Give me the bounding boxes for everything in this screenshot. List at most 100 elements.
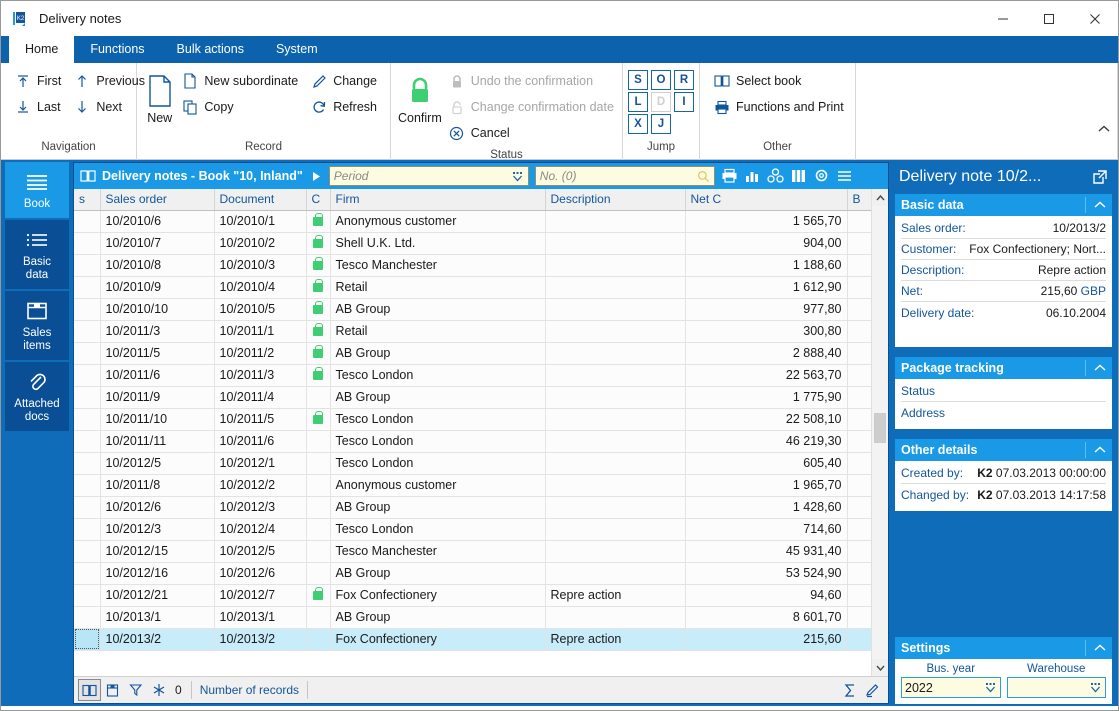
tab-bulk-actions[interactable]: Bulk actions bbox=[161, 36, 260, 63]
cell-b[interactable] bbox=[847, 496, 872, 519]
dropdown-icon[interactable] bbox=[1089, 682, 1102, 693]
cell-selector[interactable] bbox=[74, 452, 101, 475]
confirm-button[interactable]: Confirm bbox=[398, 68, 442, 125]
scroll-up-button[interactable] bbox=[872, 189, 888, 206]
cell-firm[interactable]: AB Group bbox=[330, 298, 546, 321]
cell-document[interactable]: 10/2011/1 bbox=[214, 320, 307, 343]
cell-description[interactable]: Repre action bbox=[545, 584, 686, 607]
cell-document[interactable]: 10/2011/4 bbox=[214, 386, 307, 409]
tab-system[interactable]: System bbox=[260, 36, 334, 63]
jump-button-j[interactable]: J bbox=[651, 114, 671, 134]
cell-document[interactable]: 10/2010/3 bbox=[214, 254, 307, 277]
undo-confirmation-button[interactable]: Undo the confirmation bbox=[442, 68, 620, 94]
column-header-s[interactable]: s bbox=[74, 189, 101, 211]
cell-description[interactable] bbox=[545, 254, 686, 277]
table-row[interactable]: 10/2011/8 10/2012/2 Anonymous customer 1 96… bbox=[74, 474, 888, 497]
first-button[interactable]: First bbox=[8, 68, 67, 94]
cell-net[interactable]: 1 565,70 bbox=[685, 210, 848, 233]
copy-button[interactable]: Copy bbox=[175, 94, 304, 120]
cell-document[interactable]: 10/2011/5 bbox=[214, 408, 307, 431]
grouping-icon[interactable] bbox=[765, 165, 787, 187]
cell-confirmed[interactable] bbox=[306, 232, 331, 255]
cell-firm[interactable]: Tesco London bbox=[330, 518, 546, 541]
cell-firm[interactable]: AB Group bbox=[330, 496, 546, 519]
cell-net[interactable]: 1 188,60 bbox=[685, 254, 848, 277]
cell-confirmed[interactable] bbox=[306, 430, 331, 453]
cell-net[interactable]: 1 775,90 bbox=[685, 386, 848, 409]
sum-sigma-icon[interactable] bbox=[838, 679, 861, 701]
cell-description[interactable] bbox=[545, 210, 686, 233]
tab-functions[interactable]: Functions bbox=[74, 36, 160, 63]
cell-confirmed[interactable] bbox=[306, 452, 331, 475]
cell-selector[interactable] bbox=[74, 386, 101, 409]
cell-description[interactable] bbox=[545, 342, 686, 365]
book-view-icon[interactable] bbox=[78, 679, 101, 701]
cell-selector[interactable] bbox=[74, 254, 101, 277]
cell-description[interactable] bbox=[545, 540, 686, 563]
functions-and-print-button[interactable]: Functions and Print bbox=[707, 94, 850, 120]
cell-description[interactable] bbox=[545, 606, 686, 629]
cell-net[interactable]: 1 612,90 bbox=[685, 276, 848, 299]
cell-confirmed[interactable] bbox=[306, 364, 331, 387]
cell-sales-order[interactable]: 10/2010/10 bbox=[100, 298, 215, 321]
cell-firm[interactable]: Tesco Manchester bbox=[330, 540, 546, 563]
search-icon[interactable] bbox=[697, 170, 710, 183]
table-row[interactable]: 10/2010/10 10/2010/5 AB Group 977,80 bbox=[74, 298, 888, 321]
jump-button-x[interactable]: X bbox=[628, 114, 648, 134]
cell-sales-order[interactable]: 10/2012/21 bbox=[100, 584, 215, 607]
cell-selector[interactable] bbox=[74, 342, 101, 365]
cell-b[interactable] bbox=[847, 210, 872, 233]
cell-b[interactable] bbox=[847, 628, 872, 651]
table-row[interactable]: 10/2011/3 10/2011/1 Retail 300,80 bbox=[74, 320, 888, 343]
cell-selector[interactable] bbox=[74, 276, 101, 299]
cell-net[interactable]: 1 428,60 bbox=[685, 496, 848, 519]
chevron-up-icon[interactable] bbox=[1085, 360, 1106, 376]
column-header-net[interactable]: Net C bbox=[685, 189, 848, 211]
snowflake-icon[interactable] bbox=[147, 679, 170, 701]
cell-firm[interactable]: Anonymous customer bbox=[330, 474, 546, 497]
cell-selector[interactable] bbox=[74, 474, 101, 497]
cancel-button[interactable]: Cancel bbox=[442, 120, 620, 146]
cell-sales-order[interactable]: 10/2012/16 bbox=[100, 562, 215, 585]
chevron-up-icon[interactable] bbox=[1085, 442, 1106, 458]
cell-confirmed[interactable] bbox=[306, 496, 331, 519]
cell-sales-order[interactable]: 10/2013/2 bbox=[100, 628, 215, 651]
cell-selector[interactable] bbox=[74, 320, 101, 343]
cell-description[interactable] bbox=[545, 386, 686, 409]
printer-icon[interactable] bbox=[719, 165, 741, 187]
cell-description[interactable] bbox=[545, 518, 686, 541]
cell-document[interactable]: 10/2012/4 bbox=[214, 518, 307, 541]
chevron-up-icon[interactable] bbox=[1085, 640, 1106, 656]
cell-document[interactable]: 10/2010/4 bbox=[214, 276, 307, 299]
cell-net[interactable]: 300,80 bbox=[685, 320, 848, 343]
cell-firm[interactable]: AB Group bbox=[330, 562, 546, 585]
cell-net[interactable]: 215,60 bbox=[685, 628, 848, 651]
cell-net[interactable]: 904,00 bbox=[685, 232, 848, 255]
menu-hamburger-icon[interactable] bbox=[834, 165, 856, 187]
cell-b[interactable] bbox=[847, 452, 872, 475]
cell-document[interactable]: 10/2013/2 bbox=[214, 628, 307, 651]
cell-firm[interactable]: AB Group bbox=[330, 386, 546, 409]
cell-document[interactable]: 10/2011/3 bbox=[214, 364, 307, 387]
cell-b[interactable] bbox=[847, 320, 872, 343]
cell-sales-order[interactable]: 10/2012/15 bbox=[100, 540, 215, 563]
cell-sales-order[interactable]: 10/2011/5 bbox=[100, 342, 215, 365]
cell-firm[interactable]: Tesco London bbox=[330, 430, 546, 453]
popout-icon[interactable] bbox=[1092, 169, 1108, 185]
jump-button-o[interactable]: O bbox=[651, 70, 671, 90]
cell-firm[interactable]: Fox Confectionery bbox=[330, 584, 546, 607]
select-book-button[interactable]: Select book bbox=[707, 68, 850, 94]
cell-selector[interactable] bbox=[74, 518, 101, 541]
table-row[interactable]: 10/2010/8 10/2010/3 Tesco Manchester 1 188,… bbox=[74, 254, 888, 277]
cell-selector[interactable] bbox=[74, 628, 101, 651]
new-subordinate-button[interactable]: New subordinate bbox=[175, 68, 304, 94]
cell-b[interactable] bbox=[847, 540, 872, 563]
ribbon-collapse-icon[interactable] bbox=[1098, 125, 1110, 133]
section-header-basic-data[interactable]: Basic data bbox=[895, 194, 1112, 216]
cell-net[interactable]: 53 524,90 bbox=[685, 562, 848, 585]
card-view-icon[interactable] bbox=[101, 679, 124, 701]
cell-sales-order[interactable]: 10/2010/6 bbox=[100, 210, 215, 233]
column-header-c[interactable]: C bbox=[306, 189, 331, 211]
cell-b[interactable] bbox=[847, 474, 872, 497]
cell-net[interactable]: 8 601,70 bbox=[685, 606, 848, 629]
